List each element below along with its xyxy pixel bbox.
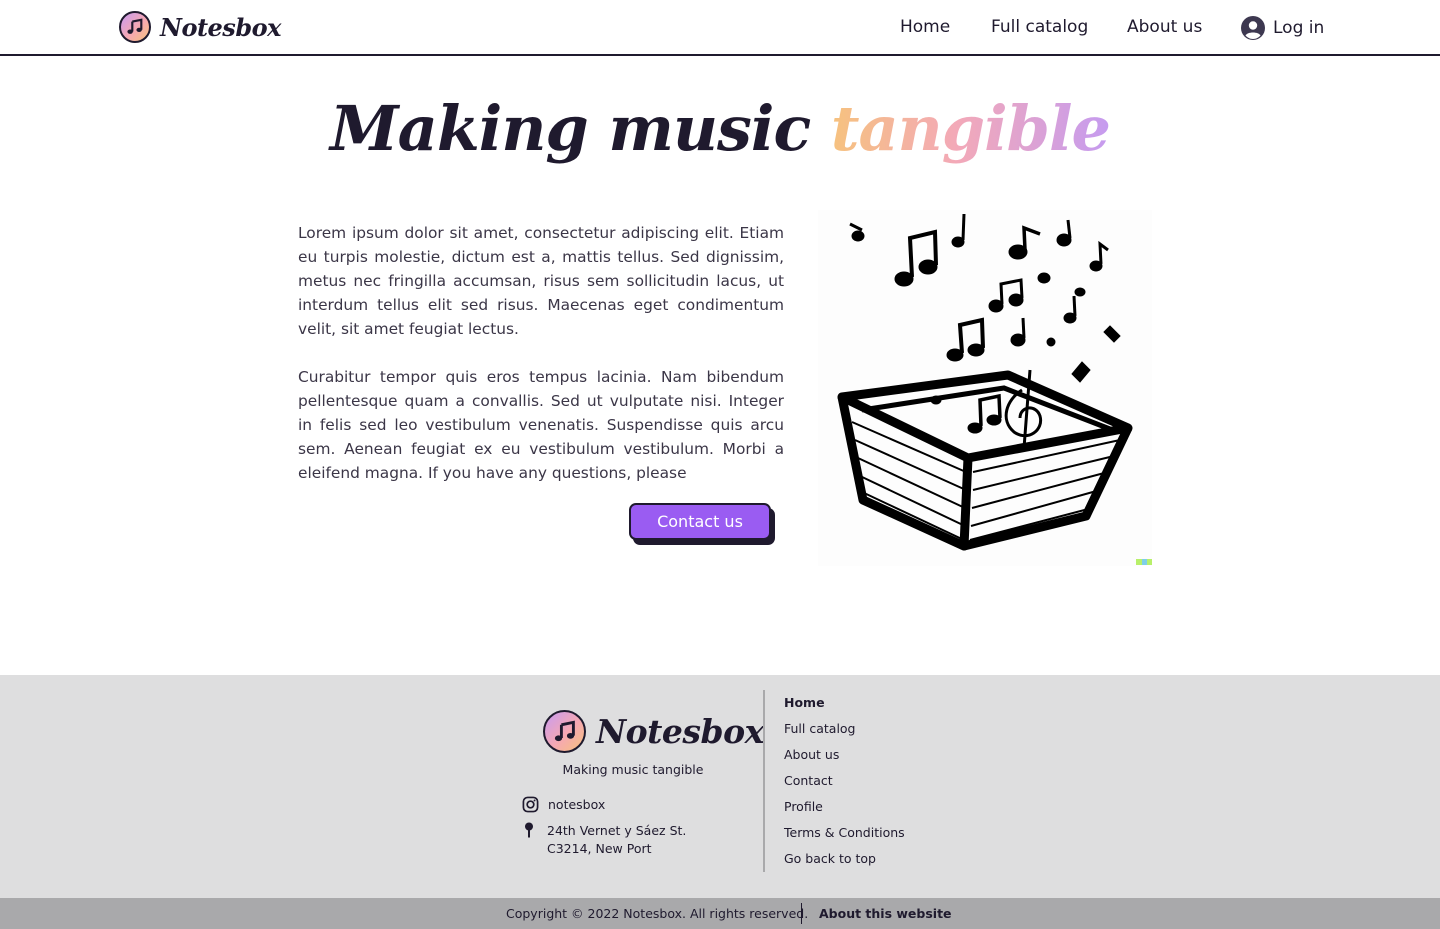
login-button[interactable]: Log in bbox=[1241, 16, 1324, 40]
footer-divider bbox=[763, 690, 765, 872]
footer-link-full-catalog[interactable]: Full catalog bbox=[784, 720, 905, 746]
footer-link-home[interactable]: Home bbox=[784, 694, 905, 720]
footer-brand-name: Notesbox bbox=[596, 712, 764, 751]
about-website-link[interactable]: About this website bbox=[819, 906, 952, 921]
intro-paragraph-1: Lorem ipsum dolor sit amet, consectetur … bbox=[298, 224, 784, 338]
music-box-illustration bbox=[818, 210, 1152, 566]
brand-name: Notesbox bbox=[160, 12, 281, 42]
footer-link-contact[interactable]: Contact bbox=[784, 772, 905, 798]
footer-tagline: Making music tangible bbox=[562, 762, 704, 777]
contact-us-button[interactable]: Contact us bbox=[629, 503, 771, 540]
brand-logo[interactable]: Notesbox bbox=[119, 11, 281, 43]
nav-home[interactable]: Home bbox=[900, 17, 950, 37]
instagram-handle: notesbox bbox=[548, 797, 606, 812]
site-header: Notesbox Home Full catalog About us Log … bbox=[0, 0, 1440, 56]
footer-links: Home Full catalog About us Contact Profi… bbox=[784, 694, 905, 876]
address-line-2: C3214, New Port bbox=[547, 841, 652, 856]
copyright-text: Copyright © 2022 Notesbox. All rights re… bbox=[506, 906, 809, 921]
hero-title-main: Making music bbox=[330, 92, 811, 165]
login-label: Log in bbox=[1273, 18, 1325, 38]
hero-title: Making music tangible bbox=[0, 92, 1440, 165]
copyright-separator bbox=[801, 903, 802, 924]
instagram-icon bbox=[522, 796, 539, 813]
pin-icon bbox=[525, 822, 533, 838]
intro-paragraph-2: Curabitur tempor quis eros tempus lacini… bbox=[298, 368, 784, 482]
instagram-link[interactable]: notesbox bbox=[522, 796, 605, 813]
hero-title-accent: tangible bbox=[830, 92, 1111, 165]
footer-link-terms[interactable]: Terms & Conditions bbox=[784, 824, 905, 850]
footer-brand-logo[interactable]: Notesbox bbox=[543, 710, 764, 753]
music-note-icon bbox=[119, 11, 151, 43]
user-circle-icon bbox=[1241, 16, 1265, 40]
address-line-1: 24th Vernet y Sáez St. bbox=[547, 823, 687, 838]
nav-about-us[interactable]: About us bbox=[1127, 17, 1202, 37]
site-footer bbox=[0, 675, 1440, 898]
footer-link-about-us[interactable]: About us bbox=[784, 746, 905, 772]
footer-address: 24th Vernet y Sáez St. C3214, New Port bbox=[547, 822, 686, 858]
music-note-icon bbox=[543, 710, 586, 753]
nav-full-catalog[interactable]: Full catalog bbox=[991, 17, 1088, 37]
footer-link-back-to-top[interactable]: Go back to top bbox=[784, 850, 905, 876]
footer-link-profile[interactable]: Profile bbox=[784, 798, 905, 824]
